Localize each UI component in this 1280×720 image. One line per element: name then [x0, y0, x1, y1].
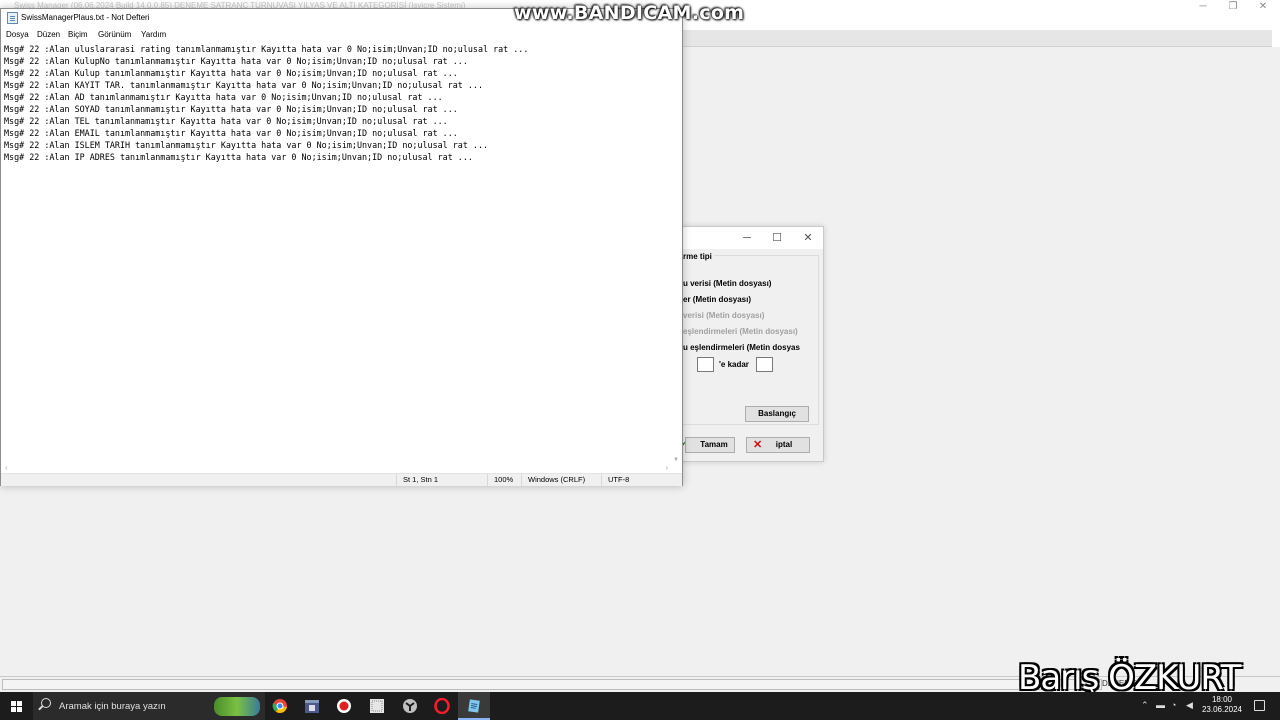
vertical-scrollbar[interactable]: ▼	[670, 42, 682, 464]
minimize-icon[interactable]: ─	[1188, 0, 1218, 14]
cancel-x-icon: ✕	[753, 439, 763, 451]
volume-icon[interactable]: ◀	[1186, 700, 1193, 711]
start-button[interactable]: Baslangıç	[745, 406, 809, 422]
menu-edit[interactable]: Düzen	[37, 30, 60, 39]
taskbar-app-opera[interactable]	[426, 692, 458, 720]
notepad-text-area[interactable]: Msg# 22 :Alan uluslararasi rating tanıml…	[1, 42, 670, 464]
notepad-menubar: Dosya Düzen Biçim Görünüm Yardım	[1, 28, 682, 42]
taskbar-app-game[interactable]	[394, 692, 426, 720]
text-line: Msg# 22 :Alan AD tanımlanmamıştır Kayıtt…	[4, 92, 443, 102]
zoom-level: 100%	[487, 474, 520, 487]
search-highlight-art	[214, 697, 260, 716]
ok-button[interactable]: Tamam	[685, 437, 735, 453]
bandicam-watermark: www.BANDICAM.com	[514, 2, 745, 24]
windows-logo-icon	[11, 701, 16, 706]
line-ending: Windows (CRLF)	[521, 474, 601, 487]
notepad-app-icon	[7, 12, 18, 24]
notepad-window: SwissManagerPlaus.txt - Not Defteri Dosy…	[0, 8, 683, 487]
option-4: eşlendirmeleri (Metin dosyası)	[683, 327, 798, 336]
menu-help[interactable]: Yardım	[141, 30, 166, 39]
option-3: verisi (Metin dosyası)	[683, 311, 765, 320]
taskbar: Aramak için buraya yazın ⌃ ▬ ◔ ◀ 18:00 2…	[0, 692, 1280, 720]
export-type-label: rme tipi	[683, 252, 714, 261]
text-line: Msg# 22 :Alan TEL tanımlanmamıştır Kayıt…	[4, 116, 448, 126]
menu-view[interactable]: Görünüm	[98, 30, 131, 39]
network-icon[interactable]: ▬	[1156, 700, 1165, 710]
dialog-minimize-icon[interactable]: ─	[739, 231, 755, 245]
chrome-icon	[272, 699, 287, 713]
taskbar-app-chrome[interactable]	[264, 692, 296, 720]
text-line: Msg# 22 :Alan uluslararasi rating tanıml…	[4, 44, 529, 54]
clock-date: 23.06.2024	[1201, 705, 1243, 714]
start-button[interactable]	[0, 692, 32, 720]
windows-logo-icon	[11, 707, 16, 712]
option-2[interactable]: er (Metin dosyası)	[683, 295, 751, 304]
scanner-app-icon	[370, 699, 384, 713]
dialog-close-icon[interactable]: ✕	[800, 231, 816, 245]
windows-logo-icon	[17, 701, 22, 706]
option-1[interactable]: u verisi (Metin dosyası)	[683, 279, 771, 288]
clock-time: 18:00	[1211, 695, 1233, 704]
maximize-icon[interactable]: ❐	[1218, 0, 1248, 14]
wifi-icon[interactable]: ◔	[1171, 700, 1176, 710]
search-placeholder: Aramak için buraya yazın	[59, 701, 166, 712]
search-icon	[41, 698, 51, 708]
encoding: UTF-8	[601, 474, 682, 487]
text-line: Msg# 22 :Alan SOYAD tanımlanmamıştır Kay…	[4, 104, 458, 114]
steam-like-icon	[403, 699, 417, 713]
notification-icon[interactable]	[1254, 700, 1265, 711]
status-panel	[2, 679, 1102, 690]
menu-file[interactable]: Dosya	[6, 30, 29, 39]
notepad-icon	[468, 699, 480, 713]
text-line: Msg# 22 :Alan Kulup tanımlanmamıştır Kay…	[4, 68, 458, 78]
tray-expand-icon[interactable]: ⌃	[1141, 700, 1149, 711]
swiss-manager-scrollbar[interactable]	[1272, 30, 1280, 47]
windows-logo-icon	[17, 707, 22, 712]
calendar-app-icon	[305, 700, 319, 713]
option-5[interactable]: u eşlendirmeleri (Metin dosyas	[683, 343, 800, 352]
cancel-button-label: iptal	[775, 440, 793, 449]
text-line: Msg# 22 :Alan EMAIL tanımlanmamıştır Kay…	[4, 128, 458, 138]
text-line: Msg# 22 :Alan ISLEM TARIH tanımlanmamışt…	[4, 140, 489, 150]
taskbar-app-scanner[interactable]	[361, 692, 393, 720]
dialog-maximize-icon[interactable]: ☐	[769, 231, 785, 245]
menu-format[interactable]: Biçim	[68, 30, 88, 39]
range-from-input[interactable]	[697, 357, 714, 372]
cursor-position: St 1, Stn 1	[396, 474, 486, 487]
scroll-left-icon[interactable]: ‹	[5, 463, 8, 472]
opera-icon	[434, 698, 450, 714]
scroll-down-icon[interactable]: ▼	[673, 457, 679, 463]
text-line: Msg# 22 :Alan IP ADRES tanımlanmamıştır …	[4, 152, 473, 162]
notepad-statusbar: St 1, Stn 1 100% Windows (CRLF) UTF-8	[1, 473, 682, 487]
notepad-title: SwissManagerPlaus.txt - Not Defteri	[21, 13, 150, 22]
close-icon[interactable]: ✕	[1248, 0, 1278, 14]
taskbar-app-recorder[interactable]	[328, 692, 360, 720]
taskbar-clock[interactable]: 18:00 23.06.2024	[1198, 695, 1246, 715]
text-line: Msg# 22 :Alan KAYIT TAR. tanımlanmamıştı…	[4, 80, 484, 90]
record-icon	[337, 699, 351, 713]
range-label: 'e kadar	[719, 360, 749, 369]
range-to-input[interactable]	[756, 357, 773, 372]
taskbar-app-calendar[interactable]	[296, 692, 328, 720]
cancel-button[interactable]: ✕ iptal	[746, 437, 810, 453]
taskbar-app-notepad[interactable]	[458, 692, 490, 720]
scroll-right-icon[interactable]: ›	[665, 463, 668, 472]
text-line: Msg# 22 :Alan KulupNo tanımlanmamıştır K…	[4, 56, 468, 66]
horizontal-scrollbar[interactable]: ‹ ›	[1, 463, 670, 473]
